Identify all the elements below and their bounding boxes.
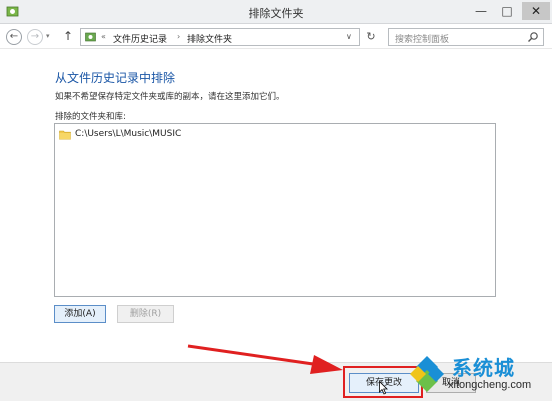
page-title: 从文件历史记录中排除 [55, 71, 176, 85]
address-bar[interactable]: « 文件历史记录 › 排除文件夹 ∨ [80, 28, 360, 46]
add-button[interactable]: 添加(A) [54, 305, 106, 323]
folder-icon [59, 130, 71, 140]
watermark-brand: 系统城 [452, 356, 515, 380]
control-panel-icon [85, 32, 96, 42]
search-input[interactable]: 搜索控制面板 [388, 28, 544, 46]
forward-button[interactable]: → [27, 29, 43, 45]
breadcrumb-exclude-folders[interactable]: 排除文件夹 [187, 32, 232, 45]
watermark-url: xitongcheng.com [448, 379, 532, 391]
title-bar: 排除文件夹 — □ ✕ [0, 0, 552, 24]
minimize-button[interactable]: — [468, 2, 494, 20]
up-button[interactable]: ↑ [63, 29, 73, 43]
navigation-bar: ← → ▾ ↑ « 文件历史记录 › 排除文件夹 ∨ ↻ 搜索控制面板 [0, 25, 552, 49]
breadcrumb-chevron-icon[interactable]: « [101, 32, 106, 41]
excluded-folders-list[interactable]: C:\Users\L\Music\MUSIC [54, 123, 496, 297]
maximize-button[interactable]: □ [494, 2, 520, 20]
folder-path: C:\Users\L\Music\MUSIC [75, 129, 182, 139]
back-button[interactable]: ← [6, 29, 22, 45]
address-dropdown-icon[interactable]: ∨ [346, 32, 352, 41]
close-button[interactable]: ✕ [522, 2, 550, 20]
breadcrumb-separator-icon: › [177, 32, 181, 41]
watermark-logo-icon [410, 356, 444, 392]
recent-locations-dropdown-icon[interactable]: ▾ [46, 32, 50, 40]
search-placeholder: 搜索控制面板 [395, 35, 450, 45]
page-description: 如果不希望保存特定文件夹或库的副本，请在这里添加它们。 [55, 92, 285, 102]
mouse-cursor-icon [379, 381, 388, 395]
refresh-button[interactable]: ↻ [362, 28, 380, 46]
search-icon[interactable] [527, 31, 539, 43]
remove-button[interactable]: 删除(R) [117, 305, 174, 323]
excluded-list-label: 排除的文件夹和库: [55, 112, 126, 122]
watermark: 系统城 xitongcheng.com [404, 352, 552, 401]
breadcrumb-file-history[interactable]: 文件历史记录 [113, 32, 167, 45]
